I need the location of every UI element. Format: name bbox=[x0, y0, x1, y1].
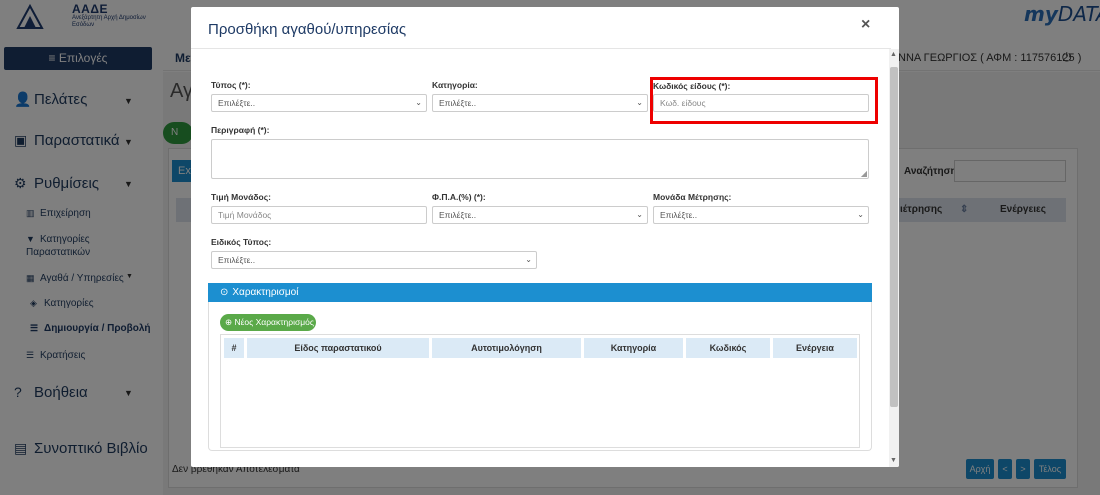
description-textarea[interactable]: ◢ bbox=[211, 139, 869, 179]
plus-circle-icon: ⊕ bbox=[225, 317, 233, 327]
category-label: Κατηγορία: bbox=[432, 80, 478, 90]
column-document-type: Είδος παραστατικού bbox=[247, 338, 429, 358]
type-select[interactable]: Επιλέξτε.. ⌄ bbox=[211, 94, 427, 112]
column-code: Κωδικός bbox=[686, 338, 770, 358]
highlight-box bbox=[650, 77, 878, 124]
modal-title: Προσθήκη αγαθού/υπηρεσίας bbox=[208, 21, 407, 38]
chevron-down-icon: ⌄ bbox=[857, 210, 864, 219]
scroll-up-icon[interactable]: ▲ bbox=[890, 51, 897, 58]
chevron-circle-down-icon: ⊙ bbox=[220, 287, 229, 298]
vat-select[interactable]: Επιλέξτε.. ⌄ bbox=[432, 206, 648, 224]
chevron-down-icon: ⌄ bbox=[415, 98, 422, 107]
scroll-down-icon[interactable]: ▼ bbox=[890, 457, 897, 464]
column-category: Κατηγορία bbox=[584, 338, 683, 358]
add-item-modal: Προσθήκη αγαθού/υπηρεσίας × ▲ ▼ Τύπος (*… bbox=[191, 7, 899, 467]
special-type-select[interactable]: Επιλέξτε.. ⌄ bbox=[211, 251, 537, 269]
column-self-billing: Αυτοτιμολόγηση bbox=[432, 338, 581, 358]
column-action: Ενέργεια bbox=[773, 338, 857, 358]
chevron-down-icon: ⌄ bbox=[525, 255, 532, 264]
measure-unit-label: Μονάδα Μέτρησης: bbox=[653, 192, 732, 202]
new-characterization-button[interactable]: ⊕ Νέος Χαρακτηρισμός bbox=[220, 314, 316, 331]
characterizations-header[interactable]: ⊙ Χαρακτηρισμοί bbox=[208, 283, 872, 302]
description-label: Περιγραφή (*): bbox=[211, 125, 270, 135]
scrollbar-thumb[interactable] bbox=[890, 67, 898, 407]
chevron-down-icon: ⌄ bbox=[636, 210, 643, 219]
category-select[interactable]: Επιλέξτε.. ⌄ bbox=[432, 94, 648, 112]
chevron-down-icon: ⌄ bbox=[636, 98, 643, 107]
type-label: Τύπος (*): bbox=[211, 80, 251, 90]
measure-unit-select[interactable]: Επιλέξτε.. ⌄ bbox=[653, 206, 869, 224]
close-icon[interactable]: × bbox=[861, 16, 870, 34]
column-index: # bbox=[224, 338, 244, 358]
unit-price-label: Τιμή Μονάδος: bbox=[211, 192, 271, 202]
modal-header: Προσθήκη αγαθού/υπηρεσίας × bbox=[191, 7, 891, 49]
vat-label: Φ.Π.Α.(%) (*): bbox=[432, 192, 486, 202]
special-type-label: Ειδικός Τύπος: bbox=[211, 237, 272, 247]
resize-handle-icon[interactable]: ◢ bbox=[861, 169, 867, 178]
unit-price-input[interactable]: Τιμή Μονάδος bbox=[211, 206, 427, 224]
